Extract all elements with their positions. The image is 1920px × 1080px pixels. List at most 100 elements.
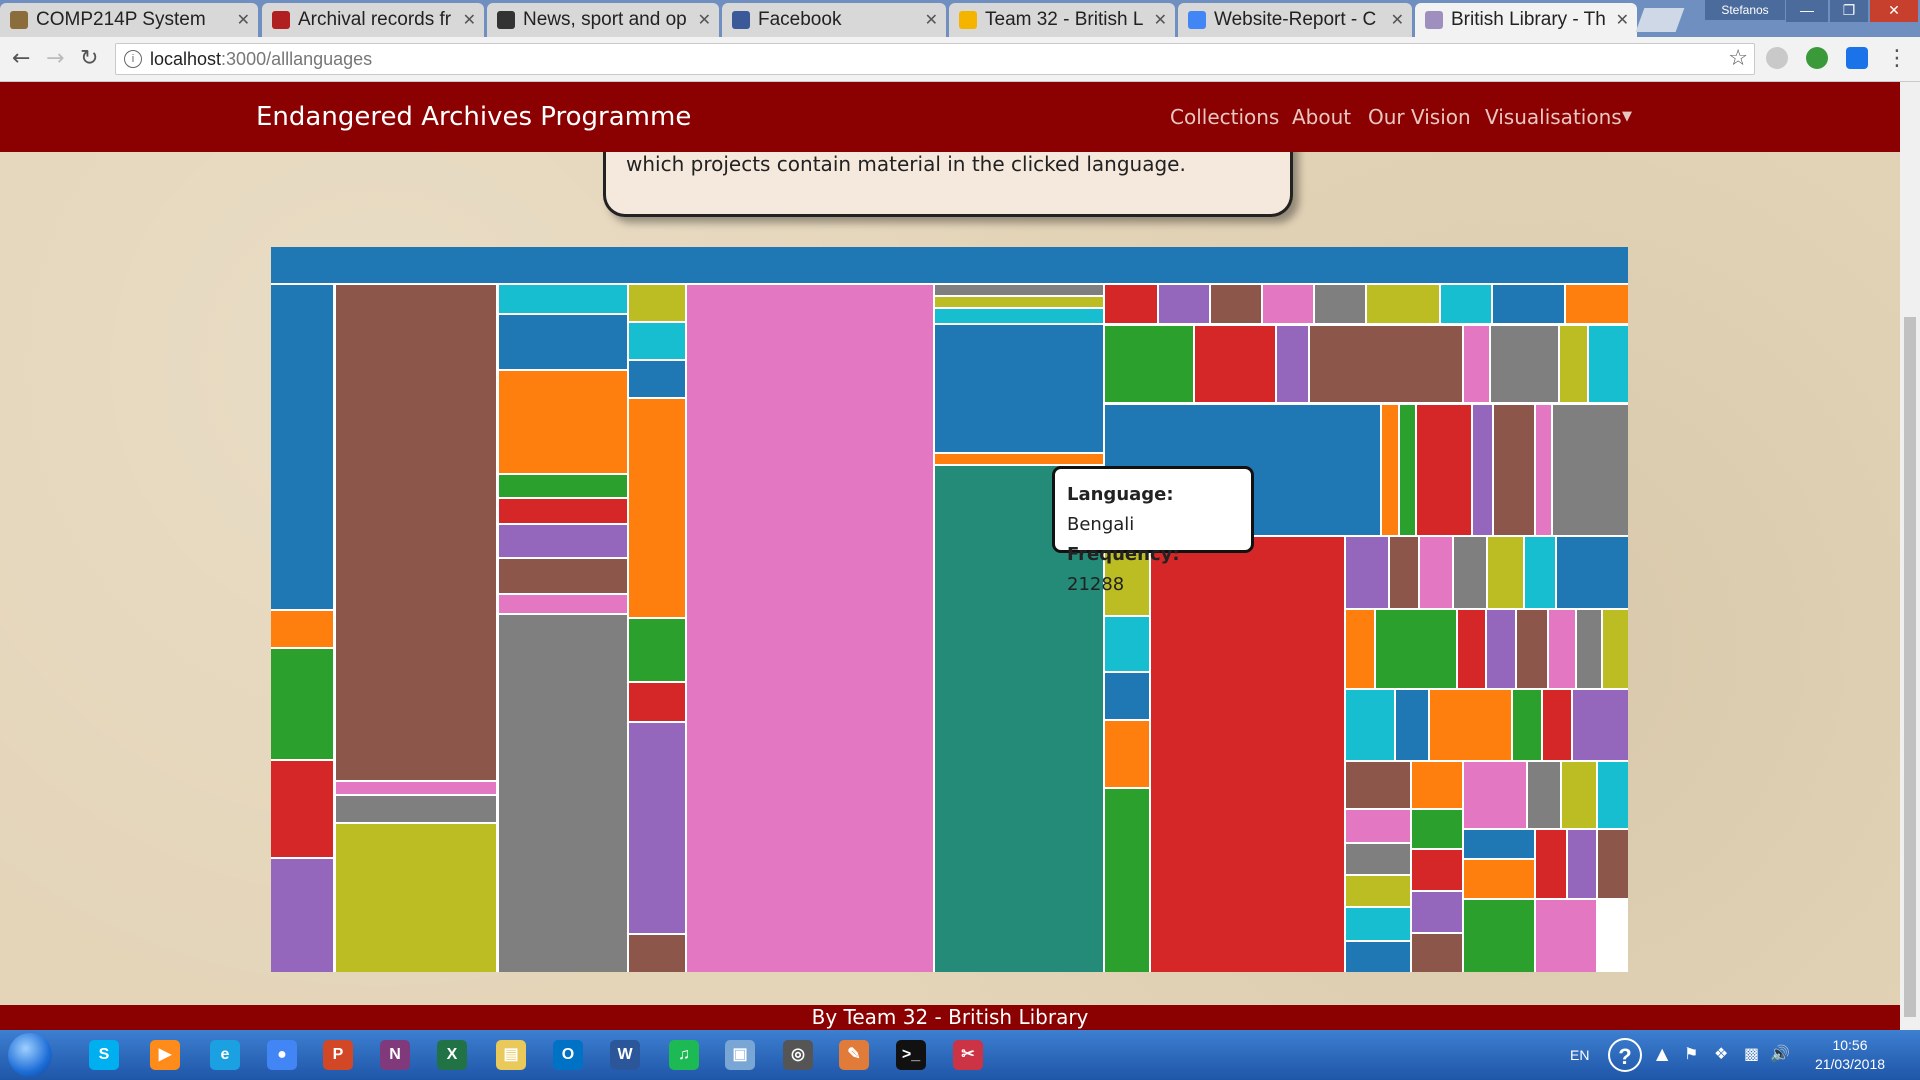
browser-tab[interactable]: News, sport and op ✕ bbox=[487, 3, 719, 37]
remote-desktop-taskbar-button[interactable]: ▣ bbox=[712, 1033, 768, 1077]
treemap-cell[interactable] bbox=[1105, 721, 1149, 787]
system-clock[interactable]: 10:56 21/03/2018 bbox=[1790, 1036, 1910, 1074]
tab-close-icon[interactable]: ✕ bbox=[1391, 3, 1404, 37]
treemap-cell[interactable] bbox=[1464, 830, 1534, 858]
nav-about[interactable]: About bbox=[1292, 82, 1351, 152]
treemap-cell[interactable] bbox=[1346, 610, 1374, 688]
treemap-cell[interactable] bbox=[1598, 830, 1628, 898]
download-icon[interactable] bbox=[1846, 47, 1868, 69]
browser-tab[interactable]: COMP214P System ✕ bbox=[0, 3, 258, 37]
maximize-icon[interactable]: ❐ bbox=[1830, 0, 1868, 22]
treemap-cell[interactable] bbox=[935, 297, 1103, 307]
treemap-cell[interactable] bbox=[271, 611, 333, 647]
terminal-taskbar-button[interactable]: >_ bbox=[883, 1033, 939, 1077]
help-icon[interactable]: ? bbox=[1608, 1038, 1642, 1072]
treemap-cell[interactable] bbox=[1346, 908, 1410, 940]
treemap-cell[interactable] bbox=[336, 796, 496, 822]
treemap-cell[interactable] bbox=[1211, 285, 1261, 323]
treemap-cell[interactable] bbox=[1315, 285, 1365, 323]
treemap-cell[interactable] bbox=[499, 499, 627, 523]
treemap-cell[interactable] bbox=[1464, 326, 1489, 402]
treemap-cell[interactable] bbox=[1367, 285, 1439, 323]
treemap-cell[interactable] bbox=[1105, 285, 1157, 323]
treemap-cell[interactable] bbox=[629, 285, 685, 321]
treemap-cell[interactable] bbox=[271, 285, 333, 609]
network-icon[interactable]: ▩ bbox=[1744, 1044, 1759, 1063]
treemap-cell[interactable] bbox=[499, 595, 627, 613]
bookmark-star-icon[interactable]: ☆ bbox=[1728, 44, 1748, 74]
excel-taskbar-button[interactable]: X bbox=[424, 1033, 480, 1077]
treemap-cell[interactable] bbox=[1562, 762, 1596, 828]
treemap-cell[interactable] bbox=[1557, 537, 1628, 608]
browser-tab[interactable]: Website-Report - C ✕ bbox=[1178, 3, 1412, 37]
treemap-cell[interactable] bbox=[935, 454, 1103, 464]
treemap-cell[interactable] bbox=[1549, 610, 1575, 688]
powerpoint-taskbar-button[interactable]: P bbox=[310, 1033, 366, 1077]
minimize-icon[interactable]: — bbox=[1786, 0, 1828, 22]
treemap-cell[interactable] bbox=[1396, 690, 1428, 760]
treemap-cell[interactable] bbox=[1105, 326, 1193, 402]
treemap-cell[interactable] bbox=[271, 247, 1628, 283]
treemap-cell[interactable] bbox=[1464, 762, 1526, 828]
treemap-cell[interactable] bbox=[629, 935, 685, 972]
tab-close-icon[interactable]: ✕ bbox=[1616, 3, 1629, 37]
scrollbar-thumb[interactable] bbox=[1904, 317, 1916, 1017]
treemap-cell[interactable] bbox=[1488, 537, 1523, 608]
treemap-cell[interactable] bbox=[1346, 810, 1410, 842]
treemap-cell[interactable] bbox=[1441, 285, 1491, 323]
headset-taskbar-button[interactable]: ◎ bbox=[770, 1033, 826, 1077]
extension-icon[interactable] bbox=[1806, 47, 1828, 69]
treemap-cell[interactable] bbox=[1528, 762, 1560, 828]
treemap-cell[interactable] bbox=[1560, 326, 1587, 402]
treemap-cell[interactable] bbox=[1346, 537, 1388, 608]
profile-button[interactable]: Stefanos bbox=[1705, 0, 1785, 20]
treemap-cell[interactable] bbox=[1577, 610, 1601, 688]
treemap-cell[interactable] bbox=[1376, 610, 1456, 688]
treemap-cell[interactable] bbox=[1159, 285, 1209, 323]
treemap-cell[interactable] bbox=[629, 683, 685, 721]
treemap-cell[interactable] bbox=[1458, 610, 1485, 688]
treemap-cell[interactable] bbox=[499, 559, 627, 593]
nav-visualisations[interactable]: Visualisations bbox=[1485, 82, 1622, 152]
url-input[interactable]: i localhost:3000/alllanguages ☆ bbox=[115, 43, 1755, 75]
tab-close-icon[interactable]: ✕ bbox=[237, 3, 250, 37]
treemap-cell[interactable] bbox=[1382, 405, 1398, 535]
back-icon[interactable]: ← bbox=[12, 37, 30, 81]
treemap-cell[interactable] bbox=[499, 371, 627, 473]
treemap-cell[interactable] bbox=[1513, 690, 1541, 760]
treemap-cell[interactable] bbox=[1412, 850, 1462, 890]
treemap-cell[interactable] bbox=[1573, 690, 1628, 760]
treemap-cell[interactable] bbox=[1536, 830, 1566, 898]
new-tab-button[interactable] bbox=[1635, 8, 1685, 32]
treemap-cell[interactable] bbox=[935, 285, 1103, 295]
treemap-cell[interactable] bbox=[1420, 537, 1452, 608]
treemap-cell[interactable] bbox=[1598, 762, 1628, 828]
treemap-cell[interactable] bbox=[1412, 934, 1462, 972]
treemap-cell[interactable] bbox=[271, 761, 333, 857]
tab-close-icon[interactable]: ✕ bbox=[463, 3, 476, 37]
treemap-cell[interactable] bbox=[687, 285, 933, 972]
paint-taskbar-button[interactable]: ✎ bbox=[826, 1033, 882, 1077]
treemap-cell[interactable] bbox=[1494, 405, 1534, 535]
chrome-taskbar-button[interactable]: ● bbox=[254, 1033, 310, 1077]
treemap-cell[interactable] bbox=[1536, 405, 1551, 535]
page-scrollbar[interactable] bbox=[1900, 82, 1920, 1030]
nav-collections[interactable]: Collections bbox=[1170, 82, 1279, 152]
treemap-cell[interactable] bbox=[1568, 830, 1596, 898]
treemap-cell[interactable] bbox=[499, 315, 627, 369]
treemap-cell[interactable] bbox=[271, 649, 333, 759]
treemap-cell[interactable] bbox=[1430, 690, 1511, 760]
treemap-cell[interactable] bbox=[1195, 326, 1275, 402]
tray-expand-icon[interactable]: ▲ bbox=[1656, 1044, 1668, 1063]
tab-close-icon[interactable]: ✕ bbox=[1154, 3, 1167, 37]
info-icon[interactable]: i bbox=[124, 50, 142, 68]
treemap-cell[interactable] bbox=[629, 399, 685, 617]
nav-our-vision[interactable]: Our Vision bbox=[1368, 82, 1471, 152]
treemap-cell[interactable] bbox=[1417, 405, 1471, 535]
treemap-cell[interactable] bbox=[1412, 892, 1462, 932]
treemap-cell[interactable] bbox=[1603, 610, 1628, 688]
treemap-cell[interactable] bbox=[1553, 405, 1628, 535]
treemap-cell[interactable] bbox=[1390, 537, 1418, 608]
treemap-cell[interactable] bbox=[629, 723, 685, 933]
site-brand[interactable]: Endangered Archives Programme bbox=[256, 82, 691, 152]
